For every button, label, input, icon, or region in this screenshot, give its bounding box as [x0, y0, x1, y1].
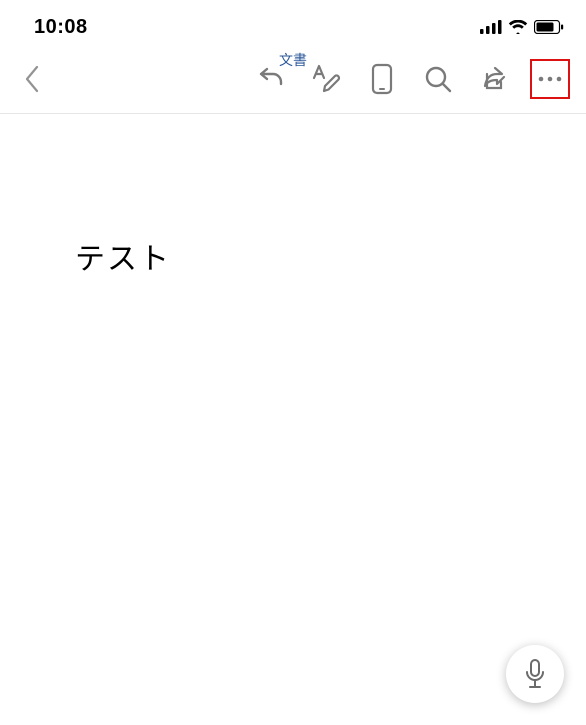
status-time: 10:08 — [34, 16, 88, 39]
status-bar: 10:08 — [0, 0, 586, 44]
search-icon — [423, 64, 453, 94]
document-text: テスト — [75, 234, 511, 278]
battery-icon — [534, 20, 564, 34]
undo-icon — [255, 64, 285, 94]
chevron-left-icon — [23, 64, 41, 94]
microphone-icon — [522, 658, 548, 690]
wifi-icon — [508, 20, 528, 34]
toolbar: 文書 — [0, 44, 586, 114]
phone-icon — [371, 63, 393, 95]
format-pen-icon — [310, 63, 342, 95]
ellipsis-icon — [537, 76, 563, 82]
search-button[interactable] — [410, 51, 466, 107]
more-options-button[interactable] — [522, 51, 578, 107]
back-button[interactable] — [8, 55, 56, 103]
cellular-icon — [480, 20, 502, 34]
share-icon — [479, 64, 509, 94]
dictation-fab[interactable] — [506, 645, 564, 703]
format-button[interactable] — [298, 51, 354, 107]
mobile-view-button[interactable] — [354, 51, 410, 107]
share-button[interactable] — [466, 51, 522, 107]
undo-button[interactable] — [242, 51, 298, 107]
status-indicators — [480, 20, 564, 34]
document-body[interactable]: テスト — [0, 114, 586, 278]
